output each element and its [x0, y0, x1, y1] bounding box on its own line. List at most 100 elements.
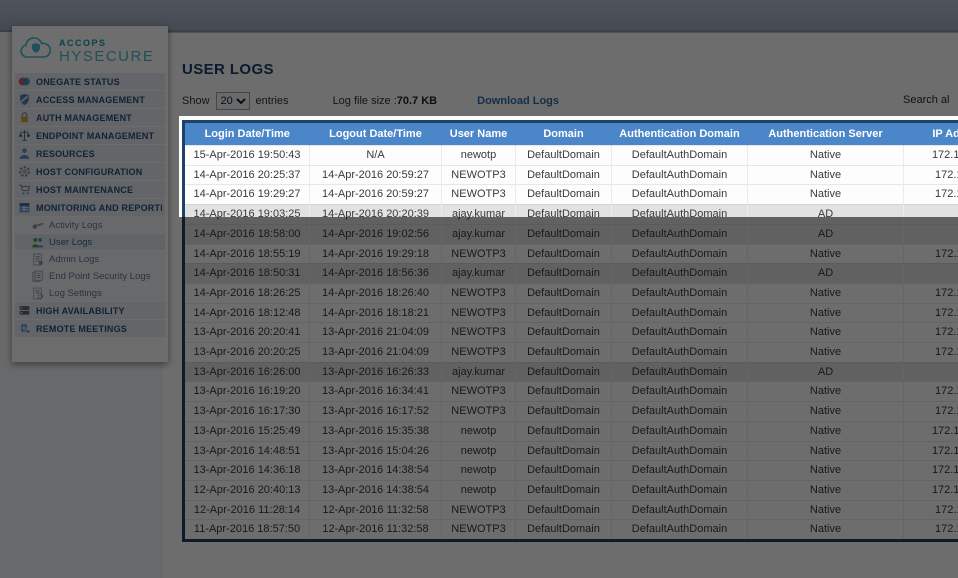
- cell-auth-domain: DefaultAuthDomain: [611, 342, 748, 363]
- cell-auth-domain: DefaultAuthDomain: [611, 519, 748, 541]
- cell-user: newotp: [441, 460, 516, 481]
- cell-ip: 172.17.9.9: [903, 282, 958, 304]
- column-header-authentication-server[interactable]: Authentication Server: [747, 121, 904, 146]
- cell-user: NEWOTP3: [441, 322, 516, 343]
- sidebar-item-admin-logs[interactable]: Admin Logs: [15, 251, 165, 268]
- end-point-security-logs-icon: [31, 270, 44, 283]
- sidebar-item-endpoint-management[interactable]: ENDPOINT MANAGEMENT: [15, 127, 165, 145]
- cell-ip: 172.17.9.9: [903, 519, 958, 541]
- cell-auth-domain: DefaultAuthDomain: [611, 420, 748, 442]
- table-controls: Show 20 entries Log file size : 70.7 KB …: [182, 91, 559, 111]
- cell-user: newotp: [441, 479, 516, 501]
- sidebar-item-end-point-security-logs[interactable]: End Point Security Logs: [15, 268, 165, 285]
- auth-management-icon: [18, 111, 31, 124]
- cell-ip: -: [903, 361, 958, 382]
- cell-login: 13-Apr-2016 14:36:18: [183, 460, 310, 481]
- sidebar-item-host-configuration[interactable]: HOST CONFIGURATION: [15, 163, 165, 181]
- cell-login: 12-Apr-2016 11:28:14: [183, 499, 310, 520]
- table-row: 13-Apr-2016 14:48:51 13-Apr-2016 15:04:26…: [183, 440, 958, 461]
- sidebar-item-monitoring-and-reporting[interactable]: MONITORING AND REPORTING: [15, 199, 165, 217]
- cell-logout: 13-Apr-2016 15:04:26: [309, 440, 442, 461]
- cell-logout: 14-Apr-2016 20:59:27: [309, 164, 442, 185]
- page-size-select[interactable]: 20: [215, 92, 250, 110]
- cell-login: 14-Apr-2016 18:58:00: [183, 223, 310, 245]
- column-header-user-name[interactable]: User Name: [441, 121, 516, 146]
- cell-domain: DefaultDomain: [515, 460, 612, 481]
- column-header-authentication-domain[interactable]: Authentication Domain: [611, 121, 748, 146]
- cell-domain: DefaultDomain: [515, 223, 612, 245]
- cell-user: NEWOTP3: [441, 302, 516, 323]
- column-header-ip-address[interactable]: IP Address: [903, 121, 958, 146]
- cell-user: NEWOTP3: [441, 164, 516, 185]
- log-file-size-value: 70.7 KB: [396, 95, 438, 107]
- cell-logout: 13-Apr-2016 16:26:33: [309, 361, 442, 382]
- cell-domain: DefaultDomain: [515, 204, 612, 225]
- sidebar-item-access-management[interactable]: ACCESS MANAGEMENT: [15, 91, 165, 109]
- sidebar-item-host-maintenance[interactable]: HOST MAINTENANCE: [15, 181, 165, 199]
- table-row: 12-Apr-2016 20:40:13 13-Apr-2016 14:38:54…: [183, 479, 958, 501]
- sidebar-item-user-logs[interactable]: User Logs: [15, 234, 165, 251]
- cell-auth-domain: DefaultAuthDomain: [611, 381, 748, 402]
- cell-auth-domain: DefaultAuthDomain: [611, 282, 748, 304]
- cell-auth-domain: DefaultAuthDomain: [611, 440, 748, 461]
- cell-domain: DefaultDomain: [515, 243, 612, 264]
- sidebar-item-log-settings[interactable]: Log Settings: [15, 285, 165, 302]
- cell-domain: DefaultDomain: [515, 145, 612, 166]
- cell-logout: 13-Apr-2016 16:17:52: [309, 401, 442, 422]
- table-row: 14-Apr-2016 18:55:19 14-Apr-2016 19:29:18…: [183, 243, 958, 264]
- sidebar-item-auth-management[interactable]: AUTH MANAGEMENT: [15, 109, 165, 127]
- cell-domain: DefaultDomain: [515, 420, 612, 442]
- cell-auth-server: Native: [747, 519, 904, 541]
- cell-auth-server: Native: [747, 499, 904, 520]
- show-label: Show: [182, 95, 210, 107]
- cell-logout: N/A: [309, 145, 442, 166]
- cell-auth-domain: DefaultAuthDomain: [611, 263, 748, 284]
- cloud-shield-logo-icon: [19, 35, 53, 68]
- sidebar-item-activity-logs[interactable]: Activity Logs: [15, 217, 165, 234]
- accops-logo: ACCOPS HYSECURE: [15, 29, 165, 73]
- cell-auth-domain: DefaultAuthDomain: [611, 243, 748, 264]
- cell-auth-server: Native: [747, 243, 904, 264]
- sidebar-item-label: REMOTE MEETINGS: [36, 323, 128, 334]
- cell-user: NEWOTP3: [441, 243, 516, 264]
- resources-icon: [18, 147, 31, 160]
- cell-login: 13-Apr-2016 20:20:41: [183, 322, 310, 343]
- cell-user: NEWOTP3: [441, 401, 516, 422]
- cell-auth-server: Native: [747, 164, 904, 185]
- sidebar-item-label: ONEGATE STATUS: [36, 76, 120, 87]
- download-logs-link[interactable]: Download Logs: [477, 95, 559, 107]
- cell-ip: 172.17.9.9: [903, 164, 958, 185]
- cell-auth-server: Native: [747, 322, 904, 343]
- page-title: USER LOGS: [182, 61, 274, 78]
- cell-domain: DefaultDomain: [515, 440, 612, 461]
- sidebar-item-high-availability[interactable]: HIGH AVAILABILITY: [15, 302, 165, 320]
- cell-user: newotp: [441, 145, 516, 166]
- sidebar-item-onegate-status[interactable]: ONEGATE STATUS: [15, 73, 165, 91]
- table-row: 14-Apr-2016 18:50:31 14-Apr-2016 18:56:36…: [183, 263, 958, 284]
- cell-ip: 172.17.9.9: [903, 342, 958, 363]
- cell-user: ajay.kumar: [441, 223, 516, 245]
- sidebar-item-label: Log Settings: [49, 287, 102, 299]
- cell-user: newotp: [441, 420, 516, 442]
- cell-user: NEWOTP3: [441, 184, 516, 205]
- sidebar-item-label: User Logs: [49, 236, 93, 248]
- column-header-login-date-time[interactable]: Login Date/Time: [183, 121, 310, 146]
- sidebar-item-resources[interactable]: RESOURCES: [15, 145, 165, 163]
- table-row: 13-Apr-2016 14:36:18 13-Apr-2016 14:38:54…: [183, 460, 958, 481]
- cell-auth-domain: DefaultAuthDomain: [611, 223, 748, 245]
- cell-login: 14-Apr-2016 19:29:27: [183, 184, 310, 205]
- table-row: 13-Apr-2016 16:26:00 13-Apr-2016 16:26:33…: [183, 361, 958, 382]
- cell-auth-domain: DefaultAuthDomain: [611, 184, 748, 205]
- cell-auth-server: Native: [747, 184, 904, 205]
- table-row: 12-Apr-2016 11:28:14 12-Apr-2016 11:32:58…: [183, 499, 958, 520]
- cell-ip: 172.17.9.12: [903, 145, 958, 166]
- column-header-domain[interactable]: Domain: [515, 121, 612, 146]
- column-header-logout-date-time[interactable]: Logout Date/Time: [309, 121, 442, 146]
- cell-user: NEWOTP3: [441, 519, 516, 541]
- hysecure-console-screen: USER LOGS Show 20 entries Log file size …: [0, 0, 958, 578]
- sidebar-item-label: AUTH MANAGEMENT: [36, 112, 132, 123]
- sidebar-item-remote-meetings[interactable]: REMOTE MEETINGS: [15, 320, 165, 338]
- onegate-status-icon: [18, 75, 31, 88]
- user-logs-table: Login Date/Time Logout Date/Time User Name…: [182, 120, 958, 543]
- cell-user: ajay.kumar: [441, 204, 516, 225]
